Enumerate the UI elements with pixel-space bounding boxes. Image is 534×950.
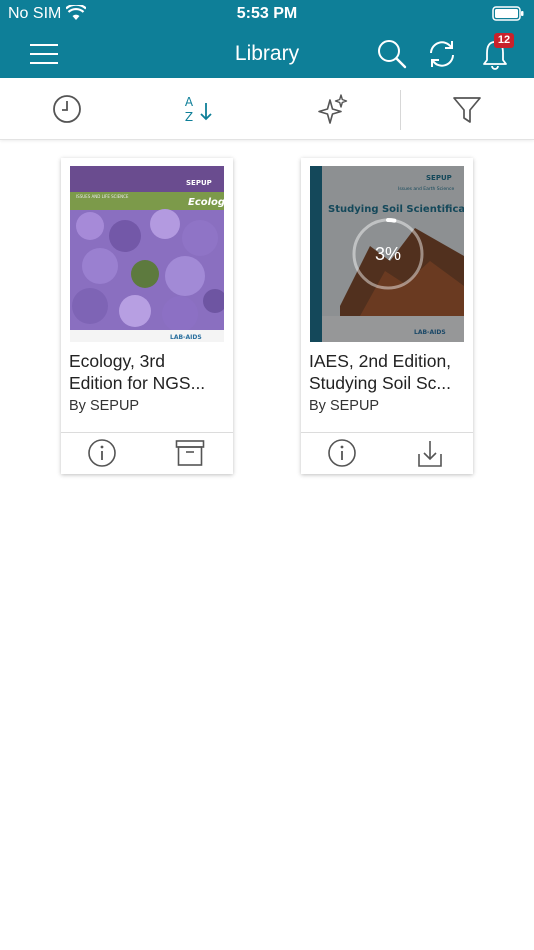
cover-series: SEPUP [186,179,212,187]
book-actions [301,432,473,474]
recent-clock-icon[interactable] [51,93,83,125]
nav-bar: Library [0,30,534,78]
download-icon[interactable] [415,438,445,468]
cover-publisher: LAB-AIDS [170,334,202,341]
info-icon[interactable] [327,438,357,468]
info-icon[interactable] [87,438,117,468]
book-card[interactable]: SEPUP Issues and Earth Science Studying … [301,158,473,474]
book-card[interactable]: Ecology SEPUP ISSUES AND LIFE SCIENCE LA… [61,158,233,474]
book-author: By SEPUP [309,398,380,414]
book-title-line: IAES, 2nd Edition, [309,351,452,371]
status-bar: No SIM 5:53 PM [0,0,534,30]
sparkle-icon[interactable] [317,93,349,125]
cover-caption: ISSUES AND LIFE SCIENCE [76,194,129,199]
book-author: By SEPUP [69,398,140,414]
sync-icon[interactable] [424,36,460,72]
sort-az-icon[interactable]: A Z [182,93,214,125]
filter-funnel-icon[interactable] [451,93,483,125]
search-icon[interactable] [374,36,410,72]
book-actions [61,432,233,474]
progress-percent: 3% [374,244,401,264]
archive-icon[interactable] [175,438,205,468]
book-cover[interactable]: SEPUP Issues and Earth Science Studying … [310,166,464,342]
cover-title: Ecology [188,197,224,208]
clock: 5:53 PM [236,5,298,22]
battery-icon [492,6,524,21]
sort-letter-z: Z [185,110,193,124]
book-cover[interactable]: Ecology SEPUP ISSUES AND LIFE SCIENCE LA… [70,166,224,342]
book-title-line: Ecology, 3rd [69,351,165,371]
sort-letter-a: A [185,95,194,109]
book-title-line: Edition for NGS... [69,373,206,393]
book-title: Ecology, 3rd Edition for NGS... [69,350,227,394]
notification-badge: 12 [494,33,514,48]
top-bar: No SIM 5:53 PM Library 12 [0,0,534,78]
book-title-line: Studying Soil Sc... [309,373,452,393]
toolbar-divider [400,90,401,130]
download-progress: 3% [350,216,426,292]
library-toolbar: A Z [0,78,534,140]
book-title: IAES, 2nd Edition, Studying Soil Sc... [309,350,467,394]
